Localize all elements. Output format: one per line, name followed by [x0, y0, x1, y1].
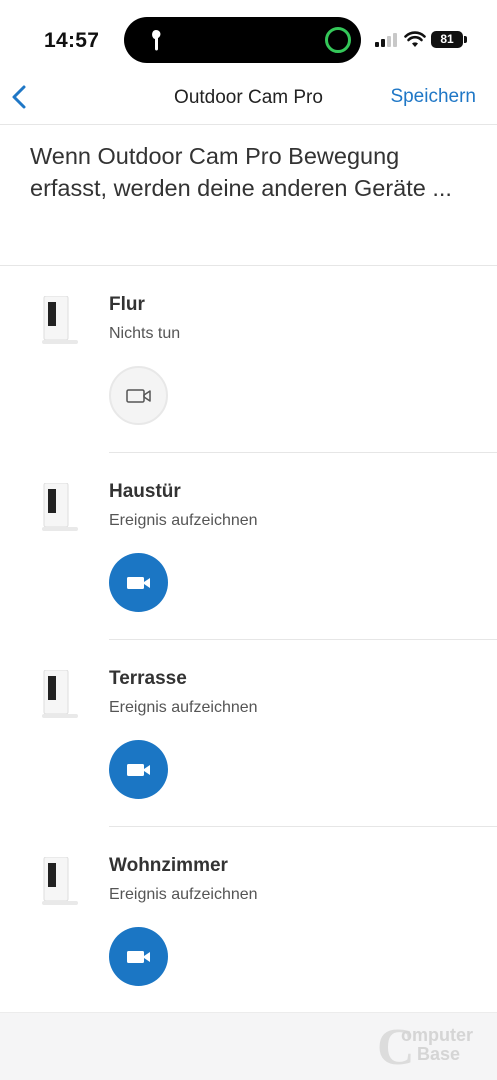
video-camera-icon — [125, 388, 151, 403]
indoor-camera-icon — [42, 483, 78, 531]
rule-description: Wenn Outdoor Cam Pro Bewegung erfasst, w… — [30, 143, 452, 201]
record-toggle-button[interactable] — [109, 553, 168, 612]
device-row-wohnzimmer: Wohnzimmer Ereignis aufzeichnen — [0, 827, 497, 1014]
nav-divider — [0, 124, 497, 125]
watermark-line2: Base — [417, 1044, 461, 1064]
device-action: Ereignis aufzeichnen — [109, 699, 258, 716]
navigation-bar: Outdoor Cam Pro Speichern — [0, 76, 497, 120]
wifi-icon — [404, 31, 426, 47]
device-row-flur: Flur Nichts tun — [0, 266, 497, 453]
video-camera-icon — [126, 950, 150, 963]
device-name: Wohnzimmer — [109, 855, 228, 876]
device-action: Ereignis aufzeichnen — [109, 512, 258, 529]
record-toggle-button[interactable] — [109, 366, 168, 425]
status-time: 14:57 — [44, 29, 100, 52]
device-name: Flur — [109, 294, 145, 315]
device-name: Terrasse — [109, 668, 187, 689]
device-action: Nichts tun — [109, 325, 181, 342]
save-button[interactable]: Speichern — [390, 86, 476, 108]
device-name: Haustür — [109, 481, 181, 502]
battery-indicator: 81 — [431, 31, 467, 48]
video-camera-icon — [126, 576, 150, 589]
dynamic-island — [124, 17, 361, 63]
device-action: Ereignis aufzeichnen — [109, 886, 258, 903]
airpod-icon — [152, 30, 161, 51]
device-row-haustuer: Haustür Ereignis aufzeichnen — [0, 453, 497, 640]
watermark-line1: omputer — [401, 1025, 473, 1045]
activity-ring-icon — [325, 27, 351, 53]
status-bar: 14:57 81 — [0, 0, 497, 80]
record-toggle-button[interactable] — [109, 740, 168, 799]
cellular-signal-icon — [375, 33, 397, 47]
indoor-camera-icon — [42, 857, 78, 905]
record-toggle-button[interactable] — [109, 927, 168, 986]
device-row-terrasse: Terrasse Ereignis aufzeichnen — [0, 640, 497, 827]
computerbase-watermark: C omputer Base — [377, 1019, 487, 1076]
indoor-camera-icon — [42, 670, 78, 718]
indoor-camera-icon — [42, 296, 78, 344]
video-camera-icon — [126, 763, 150, 776]
